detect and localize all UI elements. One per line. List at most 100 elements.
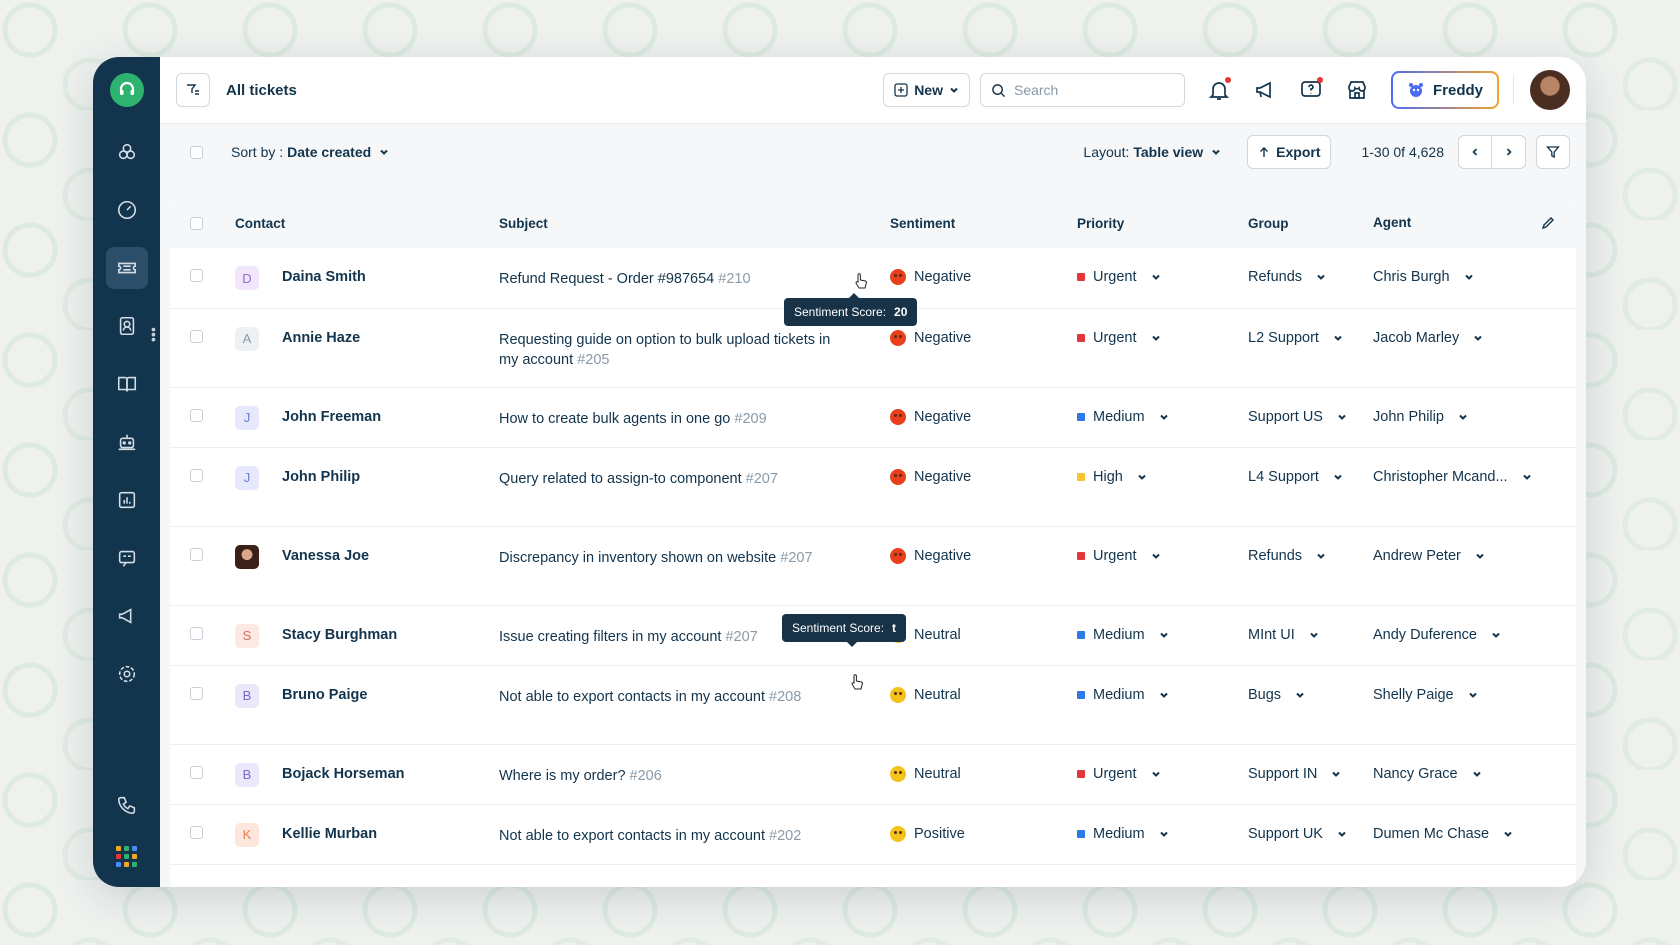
group-dropdown[interactable]: L4 Support [1248,469,1373,485]
ticket-subject[interactable]: Requesting guide on option to bulk uploa… [499,330,890,370]
header-group[interactable]: Group [1248,198,1373,248]
sidebar-item-settings[interactable] [106,653,148,695]
table-row[interactable]: Vanessa Joe Discrepancy in inventory sho… [170,526,1576,605]
contact-name[interactable]: Bojack Horseman [282,766,405,782]
export-button[interactable]: Export [1247,135,1332,169]
sentiment-cell[interactable]: Positive [890,825,1077,842]
group-dropdown[interactable]: Refunds [1248,269,1373,285]
agent-dropdown[interactable]: John Philip [1373,409,1576,425]
agent-dropdown[interactable]: Christopher Mcand... [1373,469,1576,485]
sentiment-cell[interactable]: Negative [890,329,1077,346]
contact-name[interactable]: John Freeman [282,409,381,425]
priority-dropdown[interactable]: Medium [1077,627,1248,643]
edit-columns-pencil-icon[interactable] [1540,215,1556,231]
table-row[interactable]: J John Philip Query related to assign-to … [170,447,1576,526]
table-row[interactable]: J John Freeman How to create bulk agents … [170,387,1576,447]
priority-dropdown[interactable]: Medium [1077,826,1248,842]
sentiment-cell[interactable]: Neutral [890,765,1077,782]
contact-name[interactable]: John Philip [282,469,360,485]
help-button[interactable] [1295,74,1327,106]
row-checkbox[interactable] [190,408,203,422]
row-checkbox[interactable] [190,547,203,561]
group-dropdown[interactable]: Support IN [1248,766,1373,782]
contact-name[interactable]: Vanessa Joe [282,548,369,564]
sentiment-cell[interactable]: Neutral [890,686,1077,703]
priority-dropdown[interactable]: Medium [1077,409,1248,425]
agent-dropdown[interactable]: Dumen Mc Chase [1373,826,1576,842]
layout-dropdown[interactable]: Layout: Table view [1083,144,1221,160]
table-row[interactable]: K Kellie Murban Not able to export contac… [170,804,1576,864]
header-sentiment[interactable]: Sentiment [890,198,1077,248]
sidebar-item-announcements[interactable] [106,595,148,637]
sentiment-cell[interactable]: Negative [890,468,1077,485]
priority-dropdown[interactable]: Urgent [1077,766,1248,782]
filter-panel-toggle-button[interactable] [176,73,210,107]
group-dropdown[interactable]: Refunds [1248,548,1373,564]
sidebar-item-bot[interactable] [106,421,148,463]
ticket-subject[interactable]: Not able to export contacts in my accoun… [499,826,890,846]
table-row[interactable]: B Bruno Paige Not able to export contacts… [170,665,1576,744]
priority-dropdown[interactable]: High [1077,469,1248,485]
group-dropdown[interactable]: Bugs [1248,687,1373,703]
marketplace-button[interactable] [1341,74,1373,106]
ticket-subject[interactable]: Query related to assign-to component #20… [499,469,890,489]
priority-dropdown[interactable]: Urgent [1077,548,1248,564]
agent-dropdown[interactable]: Chris Burgh [1373,269,1576,285]
row-checkbox[interactable] [190,269,203,282]
contact-name[interactable]: Bruno Paige [282,687,367,703]
sidebar-item-contacts[interactable] [106,305,148,347]
contact-name[interactable]: Daina Smith [282,269,366,285]
row-checkbox[interactable] [190,765,203,779]
search-box[interactable] [979,73,1185,107]
sidebar-item-dashboard[interactable] [106,189,148,231]
ticket-subject[interactable]: Refund Request - Order #987654 #210 [499,269,890,289]
apps-grid-icon[interactable] [116,846,137,867]
group-dropdown[interactable]: Support UK [1248,826,1373,842]
sentiment-cell[interactable]: Neutral [890,626,1077,643]
sort-dropdown[interactable]: Sort by : Date created [231,144,1083,160]
app-logo[interactable] [109,73,144,107]
header-priority[interactable]: Priority [1077,198,1248,248]
new-button[interactable]: New [883,73,970,107]
search-input[interactable] [1013,82,1164,98]
agent-dropdown[interactable]: Shelly Paige [1373,687,1576,703]
header-agent[interactable]: Agent [1373,198,1576,248]
agent-dropdown[interactable]: Nancy Grace [1373,766,1576,782]
contact-name[interactable]: Annie Haze [282,330,360,346]
priority-dropdown[interactable]: Urgent [1077,269,1248,285]
sentiment-cell[interactable]: Negative [890,408,1077,425]
header-contact[interactable]: Contact [235,198,499,248]
agent-dropdown[interactable]: Andrew Peter [1373,548,1576,564]
user-avatar[interactable] [1530,70,1570,110]
next-page-button[interactable] [1492,135,1526,169]
ticket-subject[interactable]: How to create bulk agents in one go #209 [499,409,890,429]
contact-name[interactable]: Kellie Murban [282,826,377,842]
freddy-button[interactable]: Freddy [1391,71,1499,109]
more-dots-icon[interactable]: • • • [151,322,156,346]
notifications-button[interactable] [1203,74,1235,106]
agent-dropdown[interactable]: Jacob Marley [1373,330,1576,346]
row-checkbox[interactable] [190,626,203,640]
sidebar-item-knowledge-base[interactable] [106,363,148,405]
sidebar-item-tickets[interactable] [105,247,148,289]
sidebar-item-freddy-ai[interactable] [106,131,148,173]
priority-dropdown[interactable]: Medium [1077,687,1248,703]
table-row[interactable]: B Bojack Horseman Where is my order? #206… [170,744,1576,804]
announcements-button[interactable] [1249,74,1281,106]
contact-name[interactable]: Stacy Burghman [282,627,397,643]
header-checkbox[interactable] [190,216,203,230]
sentiment-cell[interactable]: Negative [890,547,1077,564]
ticket-subject[interactable]: Not able to export contacts in my accoun… [499,687,890,707]
header-subject[interactable]: Subject [499,198,890,248]
sidebar-item-analytics[interactable] [106,479,148,521]
sidebar-item-chat[interactable] [106,537,148,579]
group-dropdown[interactable]: Support US [1248,409,1373,425]
select-all-checkbox[interactable] [190,145,203,159]
row-checkbox[interactable] [190,825,203,839]
sidebar-item-phone[interactable] [106,784,148,826]
sentiment-cell[interactable]: Negative [890,269,1077,285]
filter-button[interactable] [1536,135,1570,169]
agent-dropdown[interactable]: Andy Duference [1373,627,1576,643]
priority-dropdown[interactable]: Urgent [1077,330,1248,346]
group-dropdown[interactable]: L2 Support [1248,330,1373,346]
